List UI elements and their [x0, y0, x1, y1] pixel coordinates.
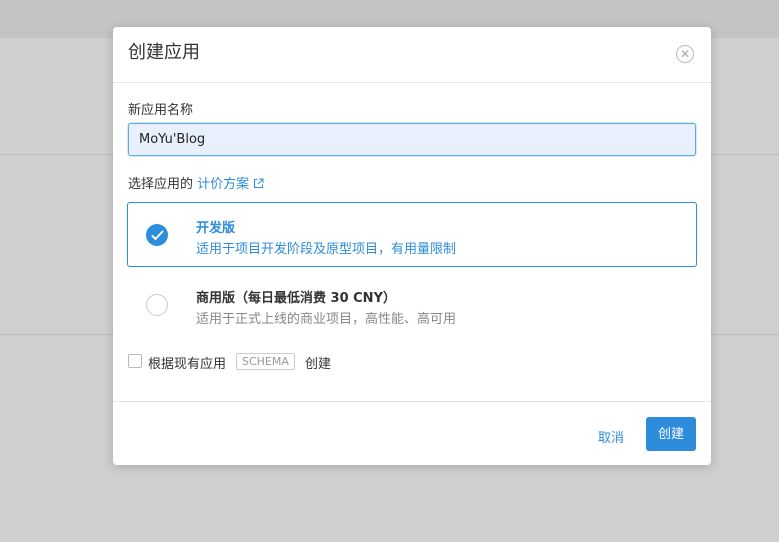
schema-option-text-after: 创建	[305, 357, 332, 372]
create-app-dialog: 创建应用 ✕ 新应用名称 选择应用的 计价方案 开发版 适用于项目开发阶段及原型…	[113, 27, 711, 465]
schema-option-text: 根据现有应用	[148, 357, 227, 372]
create-button[interactable]: 创建	[646, 417, 696, 451]
plan-name: 开发版	[196, 221, 236, 236]
plan-section-label: 选择应用的 计价方案	[128, 173, 264, 192]
check-icon	[151, 230, 164, 241]
plan-name: 商用版（每日最低消费 30 CNY）	[196, 291, 396, 306]
close-icon[interactable]: ✕	[676, 45, 694, 63]
pricing-plan-link[interactable]: 计价方案	[197, 177, 264, 192]
plan-option-business[interactable]: 商用版（每日最低消费 30 CNY） 适用于正式上线的商业项目，高性能、高可用	[127, 272, 697, 337]
plan-description: 适用于项目开发阶段及原型项目，有用量限制	[196, 242, 457, 257]
cancel-button[interactable]: 取消	[598, 427, 624, 446]
dialog-header: 创建应用 ✕	[113, 27, 711, 83]
unchecked-radio-icon	[146, 294, 168, 316]
external-link-icon	[254, 178, 264, 188]
plan-description: 适用于正式上线的商业项目，高性能、高可用	[196, 312, 457, 327]
schema-checkbox[interactable]	[128, 354, 142, 368]
plan-section-prefix: 选择应用的	[128, 177, 198, 192]
app-name-label: 新应用名称	[128, 103, 194, 118]
dialog-title: 创建应用	[128, 42, 200, 63]
app-name-input[interactable]	[128, 123, 696, 156]
dialog-footer: 取消 创建	[113, 401, 711, 466]
checked-radio-icon	[146, 224, 168, 246]
pricing-plan-link-label: 计价方案	[197, 177, 250, 192]
schema-tag: SCHEMA	[236, 353, 295, 370]
plan-option-dev[interactable]: 开发版 适用于项目开发阶段及原型项目，有用量限制	[127, 202, 697, 267]
